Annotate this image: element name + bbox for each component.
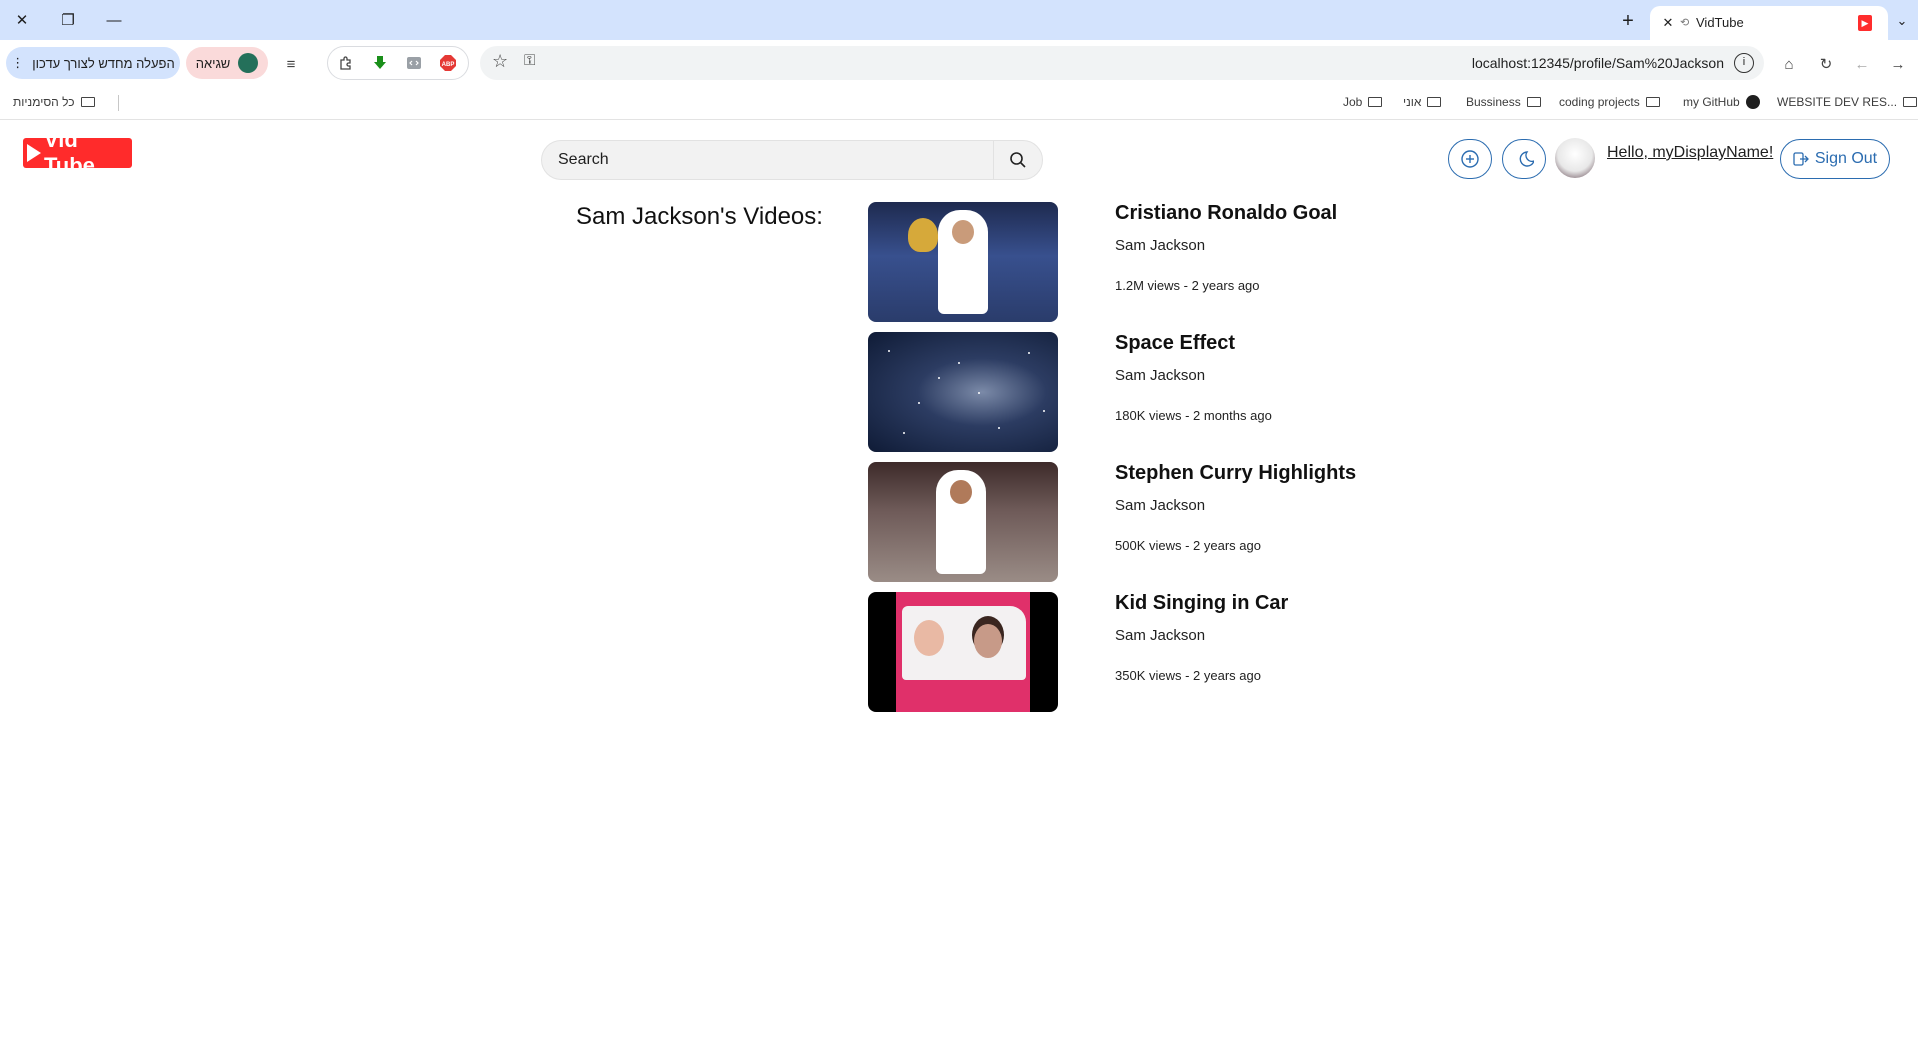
thumbnail-car-window [902, 606, 1026, 680]
bookmarks-divider [118, 95, 119, 111]
search-bar [541, 140, 1043, 180]
folder-icon [1427, 97, 1442, 107]
browser-toolbar: ⋮ הפעלה מחדש לצורך עדכון שגיאה ≡ ABP ☆ ⚿… [0, 40, 1918, 86]
browser-tab-strip: ✕ ❐ — + ✕ ⟲ VidTube ▶ ⌄ [0, 0, 1918, 40]
moon-icon [1519, 151, 1534, 167]
video-thumbnail[interactable] [868, 462, 1058, 582]
bookmark-coding-projects[interactable]: coding projects [1559, 95, 1660, 109]
window-minimize-icon[interactable]: — [101, 8, 127, 32]
video-channel[interactable]: Sam Jackson [1115, 237, 1205, 254]
svg-text:ABP: ABP [442, 62, 455, 68]
user-avatar[interactable] [1555, 138, 1595, 178]
thumbnail-person [938, 210, 988, 314]
folder-icon [1645, 97, 1660, 107]
tab-search-icon[interactable]: ⌄ [1890, 9, 1914, 33]
thumbnail-person [936, 470, 986, 574]
bookmark-uni[interactable]: אוני [1403, 95, 1442, 109]
video-meta: 1.2M views - 2 years ago [1115, 278, 1260, 293]
bookmarks-bar: כל הסימניות Job אוני Bussiness coding pr… [0, 86, 1918, 120]
bookmark-job[interactable]: Job [1343, 95, 1383, 109]
sign-out-button[interactable]: Sign Out [1780, 139, 1890, 179]
video-card[interactable]: Stephen Curry Highlights Sam Jackson 500… [868, 462, 1568, 582]
video-title[interactable]: Kid Singing in Car [1115, 592, 1288, 615]
bookmark-label: Job [1343, 95, 1363, 109]
video-thumbnail[interactable] [868, 332, 1058, 452]
folder-icon [80, 97, 95, 107]
profile-error-button[interactable]: שגיאה [186, 47, 268, 79]
bookmark-website-dev[interactable]: WEBSITE DEV RES... [1777, 95, 1918, 109]
extensions-group: ABP [327, 46, 469, 80]
extensions-icon[interactable] [334, 51, 358, 75]
folder-icon [1368, 97, 1383, 107]
sign-out-label: Sign Out [1814, 150, 1878, 167]
bookmark-label: WEBSITE DEV RES... [1777, 95, 1898, 109]
video-meta: 350K views - 2 years ago [1115, 668, 1261, 683]
profile-avatar-icon [238, 53, 259, 73]
reload-icon[interactable]: ↻ [1814, 52, 1838, 76]
bookmark-label: my GitHub [1683, 95, 1740, 109]
more-icon: ⋮ [11, 55, 25, 70]
forward-icon[interactable]: → [1886, 52, 1910, 76]
video-channel[interactable]: Sam Jackson [1115, 497, 1205, 514]
video-thumbnail[interactable] [868, 202, 1058, 322]
vidtube-logo[interactable]: Vid Tube [23, 127, 132, 178]
profile-heading: Sam Jackson's Videos: [576, 203, 823, 230]
bookmark-my-github[interactable]: my GitHub [1683, 95, 1760, 109]
bookmark-label: כל הסימניות [13, 95, 75, 109]
bookmark-all-bookmarks[interactable]: כל הסימניות [13, 95, 95, 109]
bookmark-label: coding projects [1559, 95, 1640, 109]
github-icon [1745, 95, 1760, 109]
folder-icon [1903, 97, 1918, 107]
adblock-icon[interactable]: ABP [436, 51, 460, 75]
tab-link-icon: ⟲ [1680, 17, 1690, 29]
bookmark-business[interactable]: Bussiness [1466, 95, 1541, 109]
sign-out-icon [1793, 152, 1809, 166]
bookmark-label: Bussiness [1466, 95, 1521, 109]
tab-close-icon[interactable]: ✕ [1658, 13, 1678, 33]
tab-vidtube[interactable]: ✕ ⟲ VidTube ▶ [1650, 6, 1888, 40]
folder-icon [1526, 97, 1541, 107]
tab-title: VidTube [1696, 15, 1744, 30]
upload-video-button[interactable] [1448, 139, 1492, 179]
video-card[interactable]: Kid Singing in Car Sam Jackson 350K view… [868, 592, 1568, 712]
error-label: שגיאה [195, 55, 231, 71]
search-button[interactable] [993, 140, 1043, 180]
video-title[interactable]: Space Effect [1115, 332, 1235, 355]
password-key-icon[interactable]: ⚿ [524, 52, 535, 69]
relaunch-label: הפעלה מחדש לצורך עדכון [32, 55, 175, 71]
video-channel[interactable]: Sam Jackson [1115, 627, 1205, 644]
bookmark-label: אוני [1403, 95, 1422, 109]
greeting-link[interactable]: Hello, myDisplayName! [1607, 144, 1773, 162]
search-icon [1010, 152, 1026, 168]
video-title[interactable]: Cristiano Ronaldo Goal [1115, 202, 1337, 225]
address-bar[interactable]: ☆ ⚿ localhost:12345/profile/Sam%20Jackso… [480, 46, 1764, 80]
search-input[interactable] [541, 140, 993, 180]
video-channel[interactable]: Sam Jackson [1115, 367, 1205, 384]
thumbnail-trophy [908, 218, 938, 252]
video-meta: 180K views - 2 months ago [1115, 408, 1272, 423]
video-card[interactable]: Space Effect Sam Jackson 180K views - 2 … [868, 332, 1568, 452]
url-text[interactable]: localhost:12345/profile/Sam%20Jackson [1472, 55, 1724, 71]
reading-list-icon[interactable]: ≡ [279, 52, 303, 76]
tab-favicon-icon: ▶ [1858, 15, 1872, 31]
new-tab-button[interactable]: + [1616, 9, 1640, 33]
window-close-icon[interactable]: ✕ [9, 8, 35, 32]
app-header: Vid Tube Hello, myDisplayName! Sign Out [0, 121, 1918, 197]
bookmark-star-icon[interactable]: ☆ [492, 51, 508, 72]
plus-circle-icon [1461, 150, 1479, 168]
code-extension-icon[interactable] [402, 51, 426, 75]
logo-text: Vid Tube [44, 127, 95, 178]
video-card[interactable]: Cristiano Ronaldo Goal Sam Jackson 1.2M … [868, 202, 1568, 322]
window-restore-icon[interactable]: ❐ [55, 8, 81, 32]
video-thumbnail[interactable] [868, 592, 1058, 712]
dark-mode-toggle[interactable] [1502, 139, 1546, 179]
video-meta: 500K views - 2 years ago [1115, 538, 1261, 553]
relaunch-update-button[interactable]: ⋮ הפעלה מחדש לצורך עדכון [6, 47, 180, 79]
home-icon[interactable]: ⌂ [1777, 52, 1801, 76]
site-info-icon[interactable]: i [1734, 53, 1754, 73]
download-icon[interactable] [368, 51, 392, 75]
back-icon[interactable]: ← [1850, 52, 1874, 76]
video-title[interactable]: Stephen Curry Highlights [1115, 462, 1356, 485]
play-icon [27, 144, 41, 162]
